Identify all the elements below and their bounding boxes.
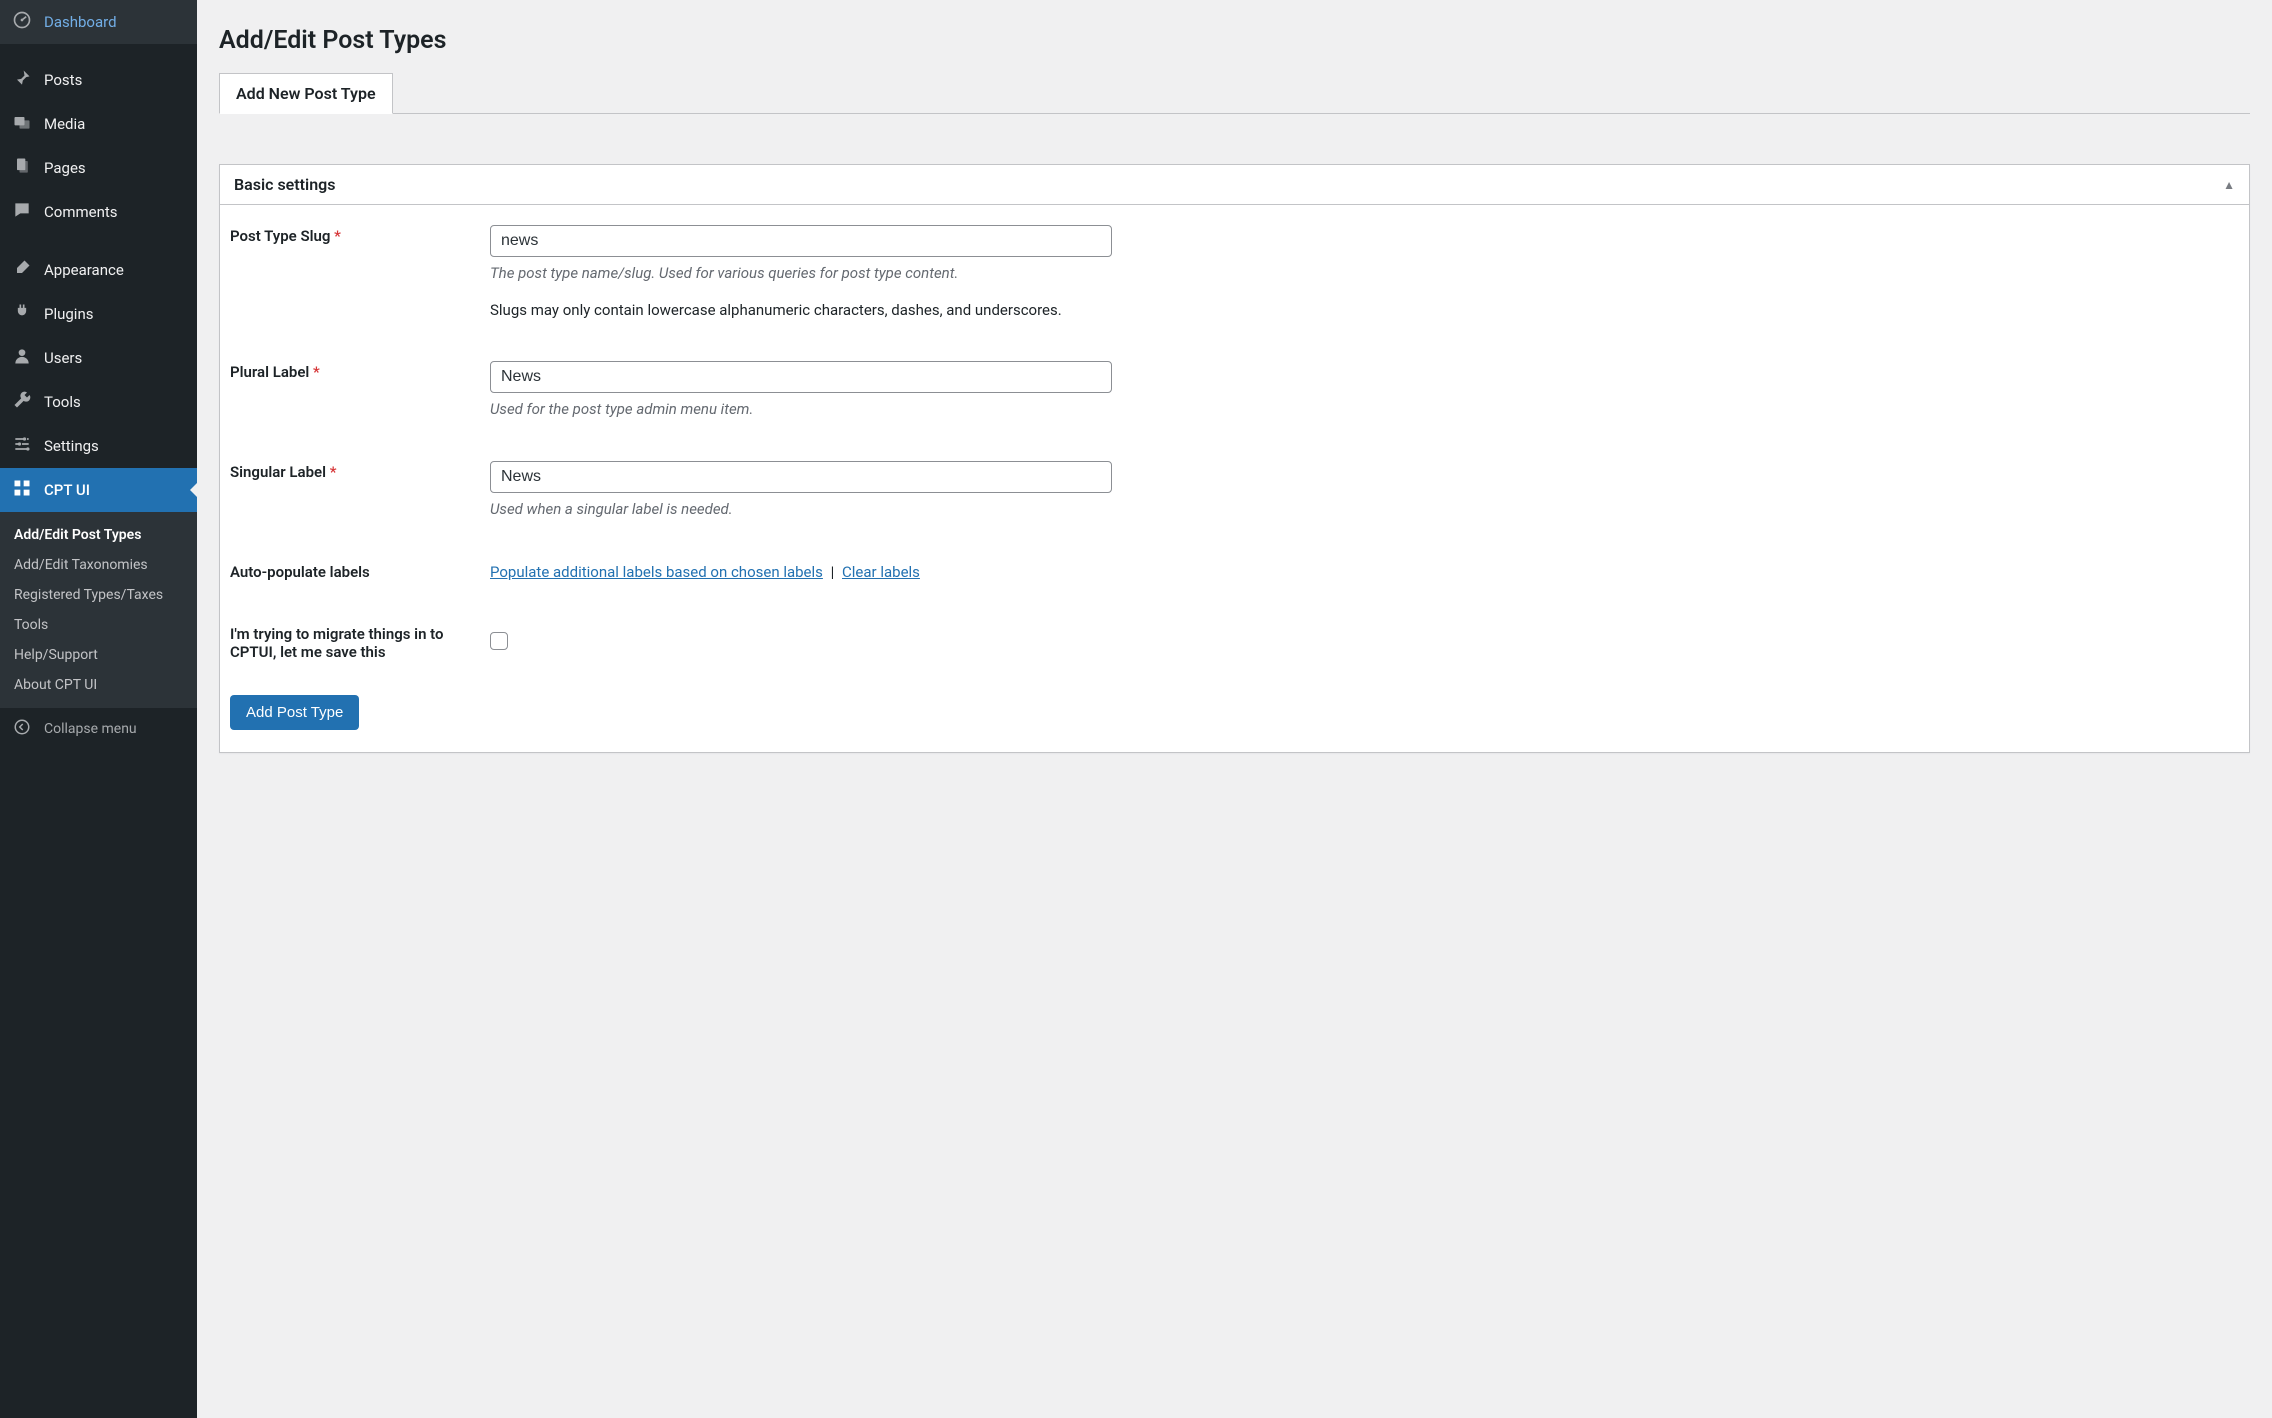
label-plural-label: Plural Label <box>230 363 309 381</box>
submenu-item-add-edit-taxonomies[interactable]: Add/Edit Taxonomies <box>0 550 197 580</box>
note-post-type-slug: Slugs may only contain lowercase alphanu… <box>490 299 2231 322</box>
plural-label-input[interactable] <box>490 361 1112 393</box>
sidebar-item-posts[interactable]: Posts <box>0 58 197 102</box>
singular-label-input[interactable] <box>490 461 1112 493</box>
panel-header: Basic settings ▲ <box>220 165 2249 205</box>
sidebar-item-label: Appearance <box>44 261 124 279</box>
sidebar-item-label: Plugins <box>44 305 93 323</box>
sidebar-item-users[interactable]: Users <box>0 336 197 380</box>
desc-post-type-slug: The post type name/slug. Used for variou… <box>490 263 2231 285</box>
sidebar-item-label: Posts <box>44 71 82 89</box>
collapse-menu-label: Collapse menu <box>44 721 137 737</box>
page-title: Add/Edit Post Types <box>219 26 2250 55</box>
label-post-type-slug: Post Type Slug <box>230 227 330 245</box>
chevron-left-circle-icon <box>10 718 34 740</box>
link-clear-labels[interactable]: Clear labels <box>842 563 920 581</box>
tab-add-new-post-type[interactable]: Add New Post Type <box>219 73 393 114</box>
submenu-item-add-edit-post-types[interactable]: Add/Edit Post Types <box>0 520 197 550</box>
sidebar-item-dashboard[interactable]: Dashboard <box>0 0 197 44</box>
add-post-type-button[interactable]: Add Post Type <box>230 695 359 730</box>
sidebar-item-comments[interactable]: Comments <box>0 190 197 234</box>
form-table: Post Type Slug * The post type name/slug… <box>220 205 2249 683</box>
brush-icon <box>10 258 34 282</box>
submenu-item-registered-types-taxes[interactable]: Registered Types/Taxes <box>0 580 197 610</box>
gauge-icon <box>10 10 34 34</box>
sidebar-item-label: Users <box>44 349 82 367</box>
submenu-item-tools[interactable]: Tools <box>0 610 197 640</box>
sidebar-submenu-cpt-ui: Add/Edit Post Types Add/Edit Taxonomies … <box>0 512 197 708</box>
sidebar-item-appearance[interactable]: Appearance <box>0 248 197 292</box>
separator: | <box>827 563 838 581</box>
sidebar-item-label: Tools <box>44 393 81 411</box>
required-marker: * <box>334 227 341 245</box>
submenu-item-about-cpt-ui[interactable]: About CPT UI <box>0 670 197 700</box>
panel-title: Basic settings <box>234 175 335 194</box>
admin-sidebar: Dashboard Posts Media Pages Comments App… <box>0 0 197 1418</box>
user-icon <box>10 346 34 370</box>
required-marker: * <box>330 463 337 481</box>
sidebar-item-pages[interactable]: Pages <box>0 146 197 190</box>
tab-bar: Add New Post Type <box>219 73 2250 114</box>
desc-singular-label: Used when a singular label is needed. <box>490 499 2231 521</box>
main-content: Add/Edit Post Types Add New Post Type Ba… <box>197 0 2272 1418</box>
panel-toggle-icon[interactable]: ▲ <box>2223 178 2235 192</box>
plug-icon <box>10 302 34 326</box>
sidebar-item-plugins[interactable]: Plugins <box>0 292 197 336</box>
grid-icon <box>10 478 34 502</box>
sidebar-item-media[interactable]: Media <box>0 102 197 146</box>
pages-icon <box>10 156 34 180</box>
media-icon <box>10 112 34 136</box>
sliders-icon <box>10 434 34 458</box>
label-auto-populate: Auto-populate labels <box>230 563 370 581</box>
sidebar-item-label: Media <box>44 115 85 133</box>
sidebar-item-label: Dashboard <box>44 13 117 31</box>
post-type-slug-input[interactable] <box>490 225 1112 257</box>
sidebar-item-label: Pages <box>44 159 86 177</box>
submenu-item-help-support[interactable]: Help/Support <box>0 640 197 670</box>
desc-plural-label: Used for the post type admin menu item. <box>490 399 2231 421</box>
label-migrate: I'm trying to migrate things in to CPTUI… <box>230 625 444 661</box>
sidebar-item-tools[interactable]: Tools <box>0 380 197 424</box>
collapse-menu-button[interactable]: Collapse menu <box>0 708 197 750</box>
sidebar-item-label: CPT UI <box>44 481 90 499</box>
pin-icon <box>10 68 34 92</box>
panel-basic-settings: Basic settings ▲ Post Type Slug * The po… <box>219 164 2250 753</box>
wrench-icon <box>10 390 34 414</box>
sidebar-item-label: Comments <box>44 203 118 221</box>
label-singular-label: Singular Label <box>230 463 326 481</box>
sidebar-item-label: Settings <box>44 437 99 455</box>
required-marker: * <box>313 363 320 381</box>
link-populate-labels[interactable]: Populate additional labels based on chos… <box>490 563 823 581</box>
sidebar-item-cpt-ui[interactable]: CPT UI <box>0 468 197 512</box>
comment-icon <box>10 200 34 224</box>
sidebar-item-settings[interactable]: Settings <box>0 424 197 468</box>
migrate-checkbox[interactable] <box>490 632 508 650</box>
